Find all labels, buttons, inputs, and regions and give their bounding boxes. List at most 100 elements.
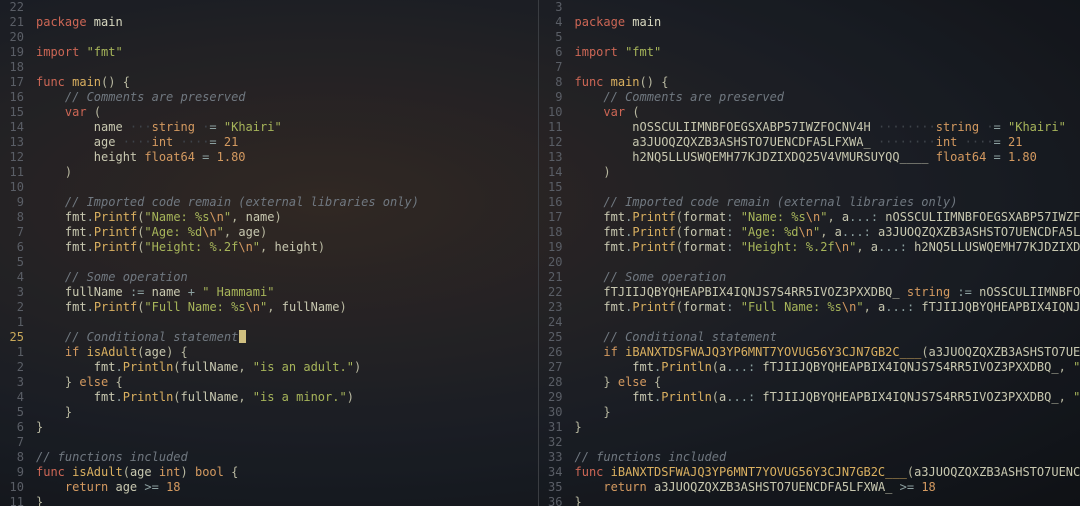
code-line[interactable]: var (: [36, 105, 538, 120]
line-number: 6: [0, 420, 24, 435]
code-line[interactable]: [36, 0, 538, 15]
line-number: 21: [0, 15, 24, 30]
code-line[interactable]: } else {: [36, 375, 538, 390]
code-line[interactable]: [36, 435, 538, 450]
code-line[interactable]: return a3JUOQZQXZB3ASHSTO7UENCDFA5LFXWA_…: [575, 480, 1080, 495]
line-number: 7: [0, 435, 24, 450]
code-line[interactable]: ): [36, 165, 538, 180]
code-line[interactable]: name ···string ·= "Khairi": [36, 120, 538, 135]
line-number: 11: [0, 165, 24, 180]
code-line[interactable]: fmt.Println(a...: fTJIIJQBYQHEAPBIX4IQNJ…: [575, 390, 1080, 405]
line-number: 7: [539, 60, 563, 75]
line-number: 2: [0, 360, 24, 375]
line-number: 5: [0, 255, 24, 270]
code-line[interactable]: }: [575, 405, 1080, 420]
code-line[interactable]: // Imported code remain (external librar…: [36, 195, 538, 210]
line-number: 5: [539, 30, 563, 45]
code-line[interactable]: // Conditional statement: [575, 330, 1080, 345]
code-line[interactable]: import "fmt": [575, 45, 1080, 60]
line-number: 8: [0, 450, 24, 465]
code-line[interactable]: // Comments are preserved: [575, 90, 1080, 105]
code-line[interactable]: fmt.Printf(format: "Full Name: %s\n", a.…: [575, 300, 1080, 315]
line-number: 6: [539, 45, 563, 60]
code-line[interactable]: func main() {: [575, 75, 1080, 90]
line-number: 10: [539, 105, 563, 120]
code-line[interactable]: [36, 30, 538, 45]
code-line[interactable]: fTJIIJQBYQHEAPBIX4IQNJS7S4RR5IVOZ3PXXDBQ…: [575, 285, 1080, 300]
code-line[interactable]: // Comments are preserved: [36, 90, 538, 105]
code-line[interactable]: fmt.Println(fullName, "is a minor."): [36, 390, 538, 405]
line-number: 33: [539, 450, 563, 465]
code-line[interactable]: if isAdult(age) {: [36, 345, 538, 360]
code-line[interactable]: }: [575, 420, 1080, 435]
code-line[interactable]: fmt.Println(fullName, "is an adult."): [36, 360, 538, 375]
code-line[interactable]: [575, 60, 1080, 75]
code-line[interactable]: return age >= 18: [36, 480, 538, 495]
code-line[interactable]: a3JUOQZQXZB3ASHSTO7UENCDFA5LFXWA_ ······…: [575, 135, 1080, 150]
right-pane[interactable]: 3456789101112131415161718192021222324252…: [538, 0, 1080, 506]
left-code[interactable]: package main import "fmt" func main() { …: [36, 0, 538, 506]
code-line[interactable]: func isAdult(age int) bool {: [36, 465, 538, 480]
line-number: 1: [0, 345, 24, 360]
code-line[interactable]: age ····int ····= 21: [36, 135, 538, 150]
code-line[interactable]: [575, 315, 1080, 330]
line-number: 14: [539, 165, 563, 180]
code-line[interactable]: fmt.Printf("Height: %.2f\n", height): [36, 240, 538, 255]
code-line[interactable]: }: [36, 405, 538, 420]
code-line[interactable]: } else {: [575, 375, 1080, 390]
code-line[interactable]: ): [575, 165, 1080, 180]
left-pane[interactable]: 2221201918171615141312111098765432125123…: [0, 0, 538, 506]
code-line[interactable]: fmt.Printf("Age: %d\n", age): [36, 225, 538, 240]
code-line[interactable]: var (: [575, 105, 1080, 120]
line-number: 36: [539, 495, 563, 506]
line-number: 25: [539, 330, 563, 345]
code-line[interactable]: }: [575, 495, 1080, 506]
code-line[interactable]: fmt.Printf(format: "Age: %d\n", a...: a3…: [575, 225, 1080, 240]
code-line[interactable]: [575, 30, 1080, 45]
line-number: 17: [0, 75, 24, 90]
right-code[interactable]: package main import "fmt" func main() { …: [575, 0, 1080, 506]
line-number: 18: [539, 225, 563, 240]
line-number: 9: [0, 195, 24, 210]
code-line[interactable]: h2NQ5LLUSWQEMH77KJDZIXDQ25V4VMURSUYQQ___…: [575, 150, 1080, 165]
code-line[interactable]: // Some operation: [575, 270, 1080, 285]
line-number: 12: [0, 150, 24, 165]
line-number: 15: [539, 180, 563, 195]
line-number: 21: [539, 270, 563, 285]
code-line[interactable]: [36, 315, 538, 330]
code-line[interactable]: fmt.Printf("Full Name: %s\n", fullName): [36, 300, 538, 315]
code-line[interactable]: // Imported code remain (external librar…: [575, 195, 1080, 210]
code-line[interactable]: // Some operation: [36, 270, 538, 285]
line-number: 35: [539, 480, 563, 495]
code-line[interactable]: }: [36, 495, 538, 506]
code-line[interactable]: fmt.Printf("Name: %s\n", name): [36, 210, 538, 225]
code-line[interactable]: [575, 0, 1080, 15]
code-line[interactable]: [575, 435, 1080, 450]
code-line[interactable]: // functions included: [36, 450, 538, 465]
code-line[interactable]: package main: [575, 15, 1080, 30]
code-line[interactable]: fmt.Printf(format: "Name: %s\n", a...: n…: [575, 210, 1080, 225]
code-line[interactable]: [575, 180, 1080, 195]
code-line[interactable]: height float64 = 1.80: [36, 150, 538, 165]
line-number: 28: [539, 375, 563, 390]
code-line[interactable]: [575, 255, 1080, 270]
code-line[interactable]: func iBANXTDSFWAJQ3YP6MNT7YOVUG56Y3CJN7G…: [575, 465, 1080, 480]
code-line[interactable]: package main: [36, 15, 538, 30]
code-line[interactable]: [36, 180, 538, 195]
code-line[interactable]: nOSSCULIIMNBFOEGSXABP57IWZFOCNV4H ······…: [575, 120, 1080, 135]
line-number: 8: [0, 210, 24, 225]
line-number: 15: [0, 105, 24, 120]
code-line[interactable]: fmt.Println(a...: fTJIIJQBYQHEAPBIX4IQNJ…: [575, 360, 1080, 375]
code-line[interactable]: import "fmt": [36, 45, 538, 60]
line-number: 23: [539, 300, 563, 315]
code-line[interactable]: // functions included: [575, 450, 1080, 465]
code-line[interactable]: fullName := name + " Hammami": [36, 285, 538, 300]
code-line[interactable]: [36, 60, 538, 75]
code-line[interactable]: if iBANXTDSFWAJQ3YP6MNT7YOVUG56Y3CJN7GB2…: [575, 345, 1080, 360]
line-number: 14: [0, 120, 24, 135]
code-line[interactable]: // Conditional statement: [36, 330, 538, 345]
code-line[interactable]: func main() {: [36, 75, 538, 90]
code-line[interactable]: [36, 255, 538, 270]
code-line[interactable]: fmt.Printf(format: "Height: %.2f\n", a..…: [575, 240, 1080, 255]
code-line[interactable]: }: [36, 420, 538, 435]
